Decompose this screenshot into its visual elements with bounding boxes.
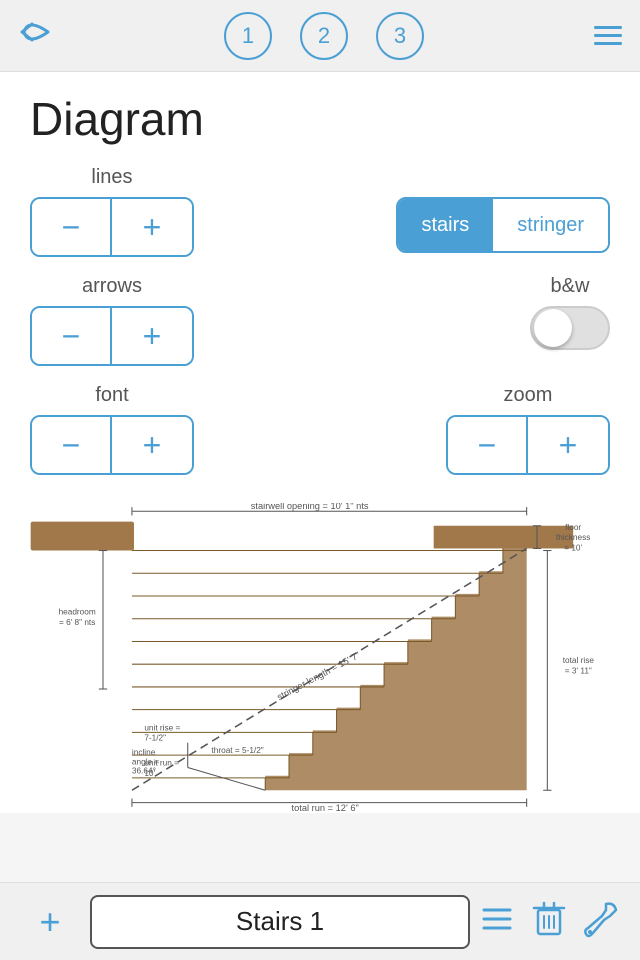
title-box[interactable]: Stairs 1	[90, 895, 470, 949]
arrows-minus-button[interactable]: −	[32, 308, 112, 364]
svg-text:incline: incline	[132, 748, 156, 757]
zoom-control: zoom − +	[446, 384, 610, 475]
lines-btn-group: − +	[30, 197, 194, 257]
bottom-title-text: Stairs 1	[236, 906, 324, 937]
svg-text:angle =: angle =	[132, 757, 159, 766]
lines-minus-button[interactable]: −	[32, 199, 112, 255]
zoom-plus-button[interactable]: +	[528, 417, 608, 473]
nav-steps: 1 2 3	[224, 12, 424, 60]
svg-text:7-1/2": 7-1/2"	[144, 734, 166, 743]
svg-text:= 10': = 10'	[564, 544, 582, 553]
delete-icon[interactable]	[532, 900, 566, 943]
svg-text:throat = 5-1/2": throat = 5-1/2"	[212, 746, 264, 755]
bw-toggle-group: b&w	[530, 275, 610, 350]
zoom-btn-group: − +	[446, 415, 610, 475]
zoom-label: zoom	[504, 384, 553, 407]
arrows-control: arrows − +	[30, 275, 194, 366]
menu-button[interactable]	[594, 26, 622, 45]
stair-diagram: stairwell opening = 10' 1" nts floor thi…	[10, 503, 630, 813]
arrows-label: arrows	[82, 275, 142, 298]
stringer-segment-button[interactable]: stringer	[493, 199, 608, 251]
add-button[interactable]: +	[20, 901, 80, 943]
svg-text:unit rise =: unit rise =	[144, 723, 180, 732]
nav-step-3[interactable]: 3	[376, 12, 424, 60]
diagram-area: stairwell opening = 10' 1" nts floor thi…	[0, 503, 640, 813]
settings-icon[interactable]	[584, 900, 620, 943]
svg-text:floor: floor	[565, 523, 581, 532]
nav-step-2[interactable]: 2	[300, 12, 348, 60]
font-control: font − +	[30, 384, 194, 475]
arrows-row: arrows − + b&w	[30, 275, 610, 366]
top-nav: 1 2 3	[0, 0, 640, 72]
lines-row: lines − + x stairs stringer	[30, 166, 610, 257]
svg-text:thickness: thickness	[556, 533, 590, 542]
svg-text:= 6' 8" nts: = 6' 8" nts	[59, 618, 95, 627]
font-plus-button[interactable]: +	[112, 417, 192, 473]
back-button[interactable]	[18, 16, 54, 55]
stairs-segment-button[interactable]: stairs	[398, 199, 494, 251]
svg-text:total run = 12' 6": total run = 12' 6"	[292, 803, 359, 813]
svg-text:total rise: total rise	[563, 656, 595, 665]
svg-text:36.64°: 36.64°	[132, 767, 156, 776]
svg-text:headroom: headroom	[59, 608, 96, 617]
font-minus-button[interactable]: −	[32, 417, 112, 473]
arrows-plus-button[interactable]: +	[112, 308, 192, 364]
bw-label: b&w	[551, 275, 590, 298]
nav-step-1[interactable]: 1	[224, 12, 272, 60]
arrows-btn-group: − +	[30, 306, 194, 366]
stairs-stringer-segmented: stairs stringer	[396, 197, 611, 253]
font-label: font	[95, 384, 128, 407]
lines-control: lines − +	[30, 166, 194, 257]
svg-text:= 3' 11": = 3' 11"	[565, 667, 592, 676]
main-content: Diagram lines − + x stairs stringer arro…	[0, 72, 640, 503]
bw-toggle[interactable]	[530, 306, 610, 350]
bottom-icons	[480, 900, 620, 943]
font-btn-group: − +	[30, 415, 194, 475]
font-zoom-row: font − + zoom − +	[30, 384, 610, 475]
bottom-bar: + Stairs 1	[0, 882, 640, 960]
lines-plus-button[interactable]: +	[112, 199, 192, 255]
zoom-minus-button[interactable]: −	[448, 417, 528, 473]
toggle-knob	[534, 309, 572, 347]
lines-label: lines	[91, 166, 132, 189]
stairs-stringer-control: x stairs stringer	[396, 166, 611, 253]
page-title: Diagram	[30, 92, 610, 146]
svg-text:stairwell opening = 10' 1" nts: stairwell opening = 10' 1" nts	[251, 503, 369, 511]
list-icon[interactable]	[480, 905, 514, 938]
